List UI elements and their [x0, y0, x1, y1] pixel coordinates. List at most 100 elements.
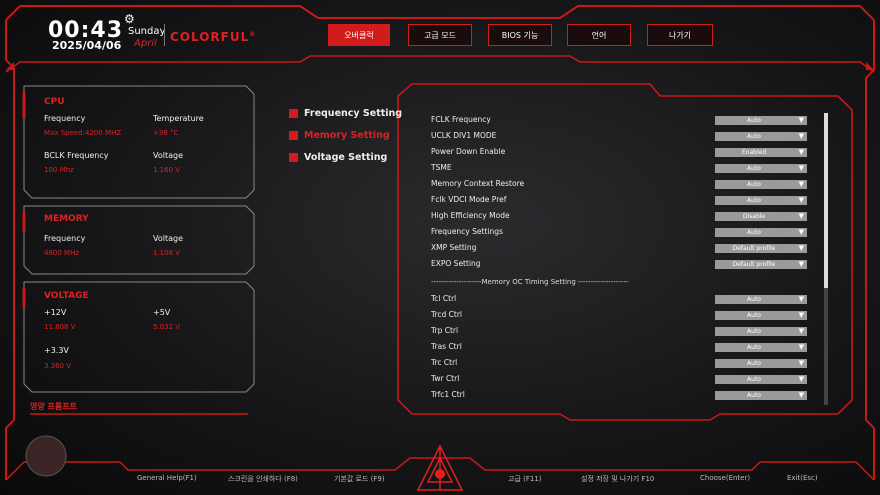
setting-label: FCLK Frequency: [431, 115, 491, 124]
dropdown-value: Auto: [747, 359, 761, 367]
dropdown-arrow-icon: ▼: [798, 327, 804, 335]
setting-dropdown[interactable]: Auto ▼: [715, 295, 807, 304]
setting-label: Trc Ctrl: [431, 358, 458, 367]
voltage-5v-label: +5V: [153, 308, 171, 317]
footer-choose[interactable]: Choose(Enter): [700, 474, 750, 482]
footer-print-screen[interactable]: 스크린을 인쇄하다 (F8): [228, 474, 298, 484]
setting-label: Power Down Enable: [431, 147, 506, 156]
footer-exit[interactable]: Exit(Esc): [787, 474, 818, 482]
dropdown-value: Auto: [747, 180, 761, 188]
menu-frequency-setting[interactable]: Frequency Setting: [289, 108, 402, 119]
setting-row[interactable]: Trp Ctrl Auto ▼: [431, 326, 809, 338]
setting-dropdown[interactable]: Disable ▼: [715, 212, 807, 221]
dropdown-value: Auto: [747, 164, 761, 172]
dropdown-arrow-icon: ▼: [798, 343, 804, 351]
menu-voltage-setting[interactable]: Voltage Setting: [289, 152, 387, 163]
setting-dropdown[interactable]: Enabled ▼: [715, 148, 807, 157]
side-prompt: 영양 프롬프트: [30, 402, 77, 411]
setting-label: TSME: [431, 163, 452, 172]
cpu-temperature-label: Temperature: [153, 114, 204, 123]
tab-language[interactable]: 언어: [567, 24, 631, 46]
setting-row[interactable]: UCLK DIV1 MODE Auto ▼: [431, 131, 809, 143]
dropdown-arrow-icon: ▼: [798, 391, 804, 399]
setting-label: Trfc1 Ctrl: [431, 390, 465, 399]
memory-voltage-label: Voltage: [153, 234, 184, 243]
setting-label: Twr Ctrl: [431, 374, 460, 383]
cpu-voltage-label: Voltage: [153, 151, 184, 160]
setting-row[interactable]: Twr Ctrl Auto ▼: [431, 374, 809, 386]
dropdown-value: Auto: [747, 327, 761, 335]
dropdown-arrow-icon: ▼: [798, 244, 804, 252]
setting-label: Fclk VDCI Mode Pref: [431, 195, 507, 204]
setting-dropdown[interactable]: Auto ▼: [715, 327, 807, 336]
timing-separator: --------------------Memory OC Timing Set…: [431, 278, 629, 286]
setting-dropdown[interactable]: Auto ▼: [715, 375, 807, 384]
month-name: April: [134, 38, 157, 49]
setting-dropdown[interactable]: Auto ▼: [715, 180, 807, 189]
cpu-temperature-value: +38 °C: [153, 129, 179, 137]
setting-row[interactable]: Fclk VDCI Mode Pref Auto ▼: [431, 195, 809, 207]
gear-icon[interactable]: ⚙: [124, 12, 135, 26]
setting-dropdown[interactable]: Auto ▼: [715, 196, 807, 205]
day-of-week: Sunday: [128, 26, 166, 37]
setting-row[interactable]: High Efficiency Mode Disable ▼: [431, 211, 809, 223]
setting-dropdown[interactable]: Auto ▼: [715, 359, 807, 368]
setting-dropdown[interactable]: Auto ▼: [715, 391, 807, 400]
memory-frequency-value: 4800 MHz: [44, 249, 80, 257]
setting-dropdown[interactable]: Auto ▼: [715, 164, 807, 173]
setting-label: Memory Context Restore: [431, 179, 525, 188]
setting-row[interactable]: Tras Ctrl Auto ▼: [431, 342, 809, 354]
dropdown-value: Auto: [747, 375, 761, 383]
footer-help[interactable]: General Help(F1): [137, 474, 197, 482]
dropdown-arrow-icon: ▼: [798, 228, 804, 236]
dropdown-arrow-icon: ▼: [798, 196, 804, 204]
tab-overclock[interactable]: 오버클럭: [328, 24, 390, 46]
setting-row[interactable]: EXPO Setting Default profile ▼: [431, 259, 809, 271]
setting-row[interactable]: Power Down Enable Enabled ▼: [431, 147, 809, 159]
voltage-panel-title: VOLTAGE: [44, 291, 89, 301]
dropdown-arrow-icon: ▼: [798, 148, 804, 156]
setting-dropdown[interactable]: Auto ▼: [715, 311, 807, 320]
dropdown-arrow-icon: ▼: [798, 212, 804, 220]
setting-dropdown[interactable]: Default profile ▼: [715, 244, 807, 253]
setting-row[interactable]: XMP Setting Default profile ▼: [431, 243, 809, 255]
dropdown-value: Auto: [747, 196, 761, 204]
setting-row[interactable]: Trcd Ctrl Auto ▼: [431, 310, 809, 322]
setting-row[interactable]: Tcl Ctrl Auto ▼: [431, 294, 809, 306]
dropdown-arrow-icon: ▼: [798, 132, 804, 140]
setting-row[interactable]: TSME Auto ▼: [431, 163, 809, 175]
dropdown-value: Auto: [747, 311, 761, 319]
dropdown-arrow-icon: ▼: [798, 311, 804, 319]
voltage-5v-value: 5.032 V: [153, 323, 181, 331]
setting-row[interactable]: Frequency Settings Auto ▼: [431, 227, 809, 239]
memory-frequency-label: Frequency: [44, 234, 86, 243]
footer-advanced[interactable]: 고급 (F11): [508, 474, 542, 484]
dropdown-arrow-icon: ▼: [798, 116, 804, 124]
dropdown-arrow-icon: ▼: [798, 260, 804, 268]
cpu-bclk-label: BCLK Frequency: [44, 151, 109, 160]
memory-voltage-value: 1.108 V: [153, 249, 181, 257]
setting-row[interactable]: Trc Ctrl Auto ▼: [431, 358, 809, 370]
setting-dropdown[interactable]: Auto ▼: [715, 132, 807, 141]
setting-dropdown[interactable]: Auto ▼: [715, 343, 807, 352]
cpu-voltage-value: 1.160 V: [153, 166, 181, 174]
setting-dropdown[interactable]: Default profile ▼: [715, 260, 807, 269]
clock-date: 2025/04/06: [52, 39, 122, 52]
setting-row[interactable]: Trfc1 Ctrl Auto ▼: [431, 390, 809, 402]
tab-advanced-mode[interactable]: 고급 모드: [408, 24, 472, 46]
menu-label: Frequency Setting: [304, 108, 403, 119]
setting-label: Frequency Settings: [431, 227, 503, 236]
setting-row[interactable]: FCLK Frequency Auto ▼: [431, 115, 809, 127]
setting-dropdown[interactable]: Auto ▼: [715, 116, 807, 125]
tab-bios-features[interactable]: BIOS 기능: [488, 24, 552, 46]
footer-load-defaults[interactable]: 기본값 로드 (F9): [334, 474, 385, 484]
footer-save-exit[interactable]: 설정 저장 및 나가기 F10: [581, 474, 654, 484]
setting-dropdown[interactable]: Auto ▼: [715, 228, 807, 237]
voltage-12v-label: +12V: [44, 308, 67, 317]
tab-exit[interactable]: 나가기: [647, 24, 713, 46]
settings-scrollbar-thumb[interactable]: [824, 113, 828, 288]
setting-row[interactable]: Memory Context Restore Auto ▼: [431, 179, 809, 191]
setting-label: Trp Ctrl: [431, 326, 459, 335]
menu-memory-setting[interactable]: Memory Setting: [289, 130, 390, 141]
dropdown-value: Auto: [747, 132, 761, 140]
